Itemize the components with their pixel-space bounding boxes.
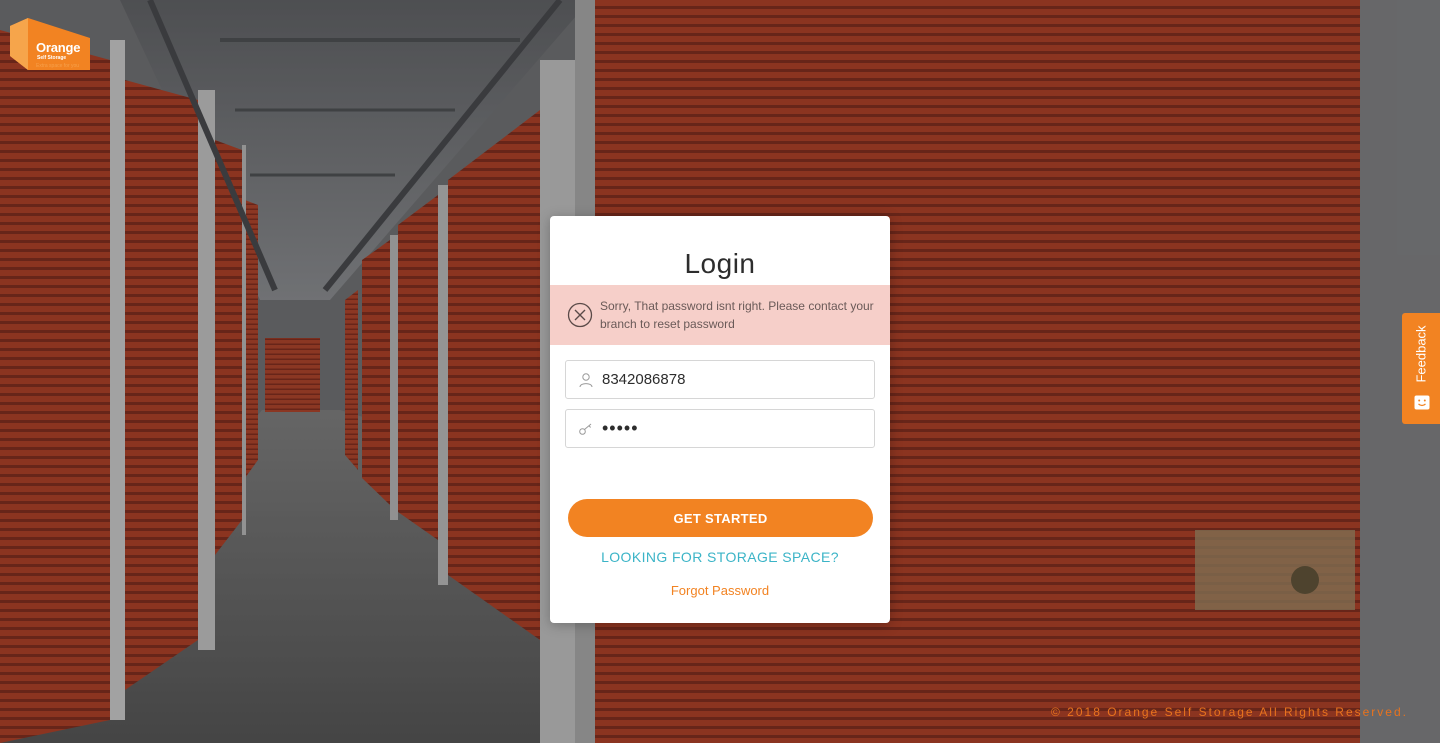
get-started-button[interactable]: GET STARTED — [568, 499, 873, 537]
error-message: Sorry, That password isnt right. Please … — [600, 299, 874, 331]
smile-icon — [1414, 395, 1430, 410]
circle-x-icon — [567, 302, 593, 328]
username-input[interactable] — [602, 361, 867, 398]
login-card: Login Sorry, That password isnt right. P… — [550, 216, 890, 623]
password-input[interactable] — [602, 410, 867, 447]
feedback-label: Feedback — [1413, 325, 1429, 383]
login-title: Login — [684, 248, 756, 279]
copyright-text: © 2018 Orange Self Storage All Rights Re… — [1051, 705, 1408, 719]
key-icon — [579, 423, 592, 435]
logo-sub: Self Storage — [37, 55, 67, 61]
error-alert: Sorry, That password isnt right. Please … — [550, 285, 890, 345]
logo-name: Orange — [36, 40, 81, 55]
user-icon — [579, 373, 593, 388]
logo-tagline: Extra space for you — [36, 63, 80, 69]
brand-logo[interactable]: Orange Self Storage Extra space for you — [10, 18, 92, 72]
password-field[interactable] — [565, 409, 875, 448]
feedback-tab[interactable]: Feedback — [1402, 313, 1440, 424]
username-field[interactable] — [565, 360, 875, 399]
forgot-password-link[interactable]: Forgot Password — [550, 583, 890, 598]
storage-space-link[interactable]: LOOKING FOR STORAGE SPACE? — [550, 549, 890, 565]
